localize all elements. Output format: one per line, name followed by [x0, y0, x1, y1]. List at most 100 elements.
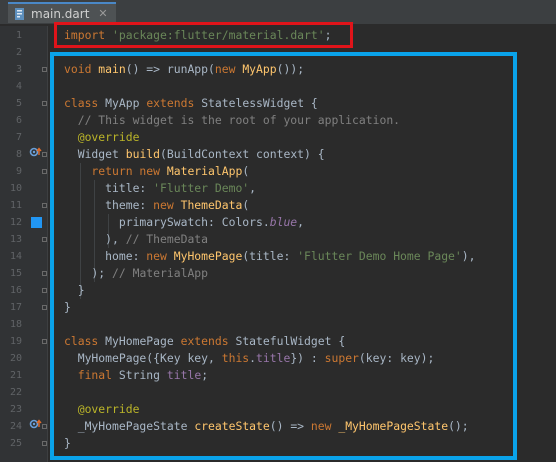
fold-marker-icon[interactable]: [42, 237, 47, 242]
code-token: StatelessWidget {: [201, 96, 318, 110]
code-token: title:: [64, 181, 154, 195]
code-line[interactable]: class MyHomePage extends StatefulWidget …: [48, 333, 548, 350]
code-token: _MyHomePageState: [338, 419, 449, 433]
color-swatch-icon[interactable]: [31, 217, 42, 228]
fold-marker-icon[interactable]: [42, 441, 47, 446]
override-marker-icon[interactable]: [29, 418, 43, 436]
fold-marker-icon[interactable]: [42, 271, 47, 276]
tab-main-dart[interactable]: main.dart ✕: [8, 2, 116, 23]
code-token: }: [64, 436, 71, 450]
line-number: 16: [9, 285, 22, 296]
code-token: new: [146, 249, 174, 263]
code-token: super: [324, 351, 359, 365]
code-token: new: [153, 198, 181, 212]
fold-marker-icon[interactable]: [42, 339, 47, 344]
code-token: MyHomePage: [105, 334, 181, 348]
line-number: 3: [15, 64, 22, 75]
code-line[interactable]: MyHomePage({Key key, this.title}) : supe…: [48, 350, 548, 367]
code-line[interactable]: class MyApp extends StatelessWidget {: [48, 95, 548, 112]
fold-marker-icon[interactable]: [42, 288, 47, 293]
code-line[interactable]: ); // MaterialApp: [48, 265, 548, 282]
code-token: build: [125, 147, 161, 161]
code-token: createState: [194, 419, 270, 433]
line-number: 15: [9, 268, 22, 279]
close-icon[interactable]: ✕: [98, 7, 107, 20]
code-line[interactable]: title: 'Flutter Demo',: [48, 180, 548, 197]
fold-marker-icon[interactable]: [42, 169, 47, 174]
code-line[interactable]: void main() => runApp(new MyApp());: [48, 61, 548, 78]
code-line[interactable]: ), // ThemeData: [48, 231, 548, 248]
line-number: 7: [15, 132, 22, 143]
code-text: }: [64, 299, 71, 316]
fold-marker-icon[interactable]: [42, 67, 47, 72]
line-number: 20: [9, 353, 22, 364]
code-token: home:: [64, 249, 147, 263]
code-line[interactable]: @override: [48, 129, 548, 146]
code-line[interactable]: }: [48, 282, 548, 299]
code-line[interactable]: home: new MyHomePage(title: 'Flutter Dem…: [48, 248, 548, 265]
code-line[interactable]: Widget build(BuildContext context) {: [48, 146, 548, 163]
dart-file-icon: [14, 7, 26, 21]
code-token: () =>: [269, 419, 311, 433]
code-line[interactable]: return new MaterialApp(: [48, 163, 548, 180]
line-number: 6: [15, 115, 22, 126]
code-token: (: [242, 164, 250, 178]
code-line[interactable]: [48, 44, 548, 61]
code-line[interactable]: [48, 384, 548, 401]
line-number: 1: [15, 30, 22, 41]
override-marker-icon[interactable]: [29, 146, 43, 164]
line-number: 11: [9, 200, 22, 211]
line-number: 9: [15, 166, 22, 177]
code-text: Widget build(BuildContext context) {: [64, 146, 325, 163]
code-text: primarySwatch: Colors.blue,: [64, 214, 304, 231]
code-text: MyHomePage({Key key, this.title}) : supe…: [64, 350, 435, 367]
fold-marker-icon[interactable]: [42, 101, 47, 106]
code-line[interactable]: [48, 316, 548, 333]
code-text: return new MaterialApp(: [64, 163, 249, 180]
code-token: class: [64, 96, 106, 110]
code-text: @override: [64, 401, 140, 418]
code-token: extends: [180, 334, 236, 348]
line-number: 18: [9, 319, 22, 330]
code-editor[interactable]: import 'package:flutter/material.dart'; v…: [48, 26, 556, 462]
fold-marker-icon[interactable]: [42, 203, 47, 208]
code-token: return new: [64, 164, 167, 178]
code-text: _MyHomePageState createState() => new _M…: [64, 418, 469, 435]
code-token: final: [64, 368, 119, 382]
line-number-gutter[interactable]: 1 2 3 4 5 6 7 8 9 10 11 12 13 14 15 16 17 18 19 20 21 22 23 24 2…: [0, 26, 48, 462]
code-token: theme:: [64, 198, 154, 212]
code-line[interactable]: // This widget is the root of your appli…: [48, 112, 548, 129]
line-number: 17: [9, 302, 22, 313]
code-token: }) :: [290, 351, 325, 365]
code-line[interactable]: [48, 78, 548, 95]
code-token: title: [166, 368, 202, 382]
code-token: // This widget is the root of your appli…: [64, 113, 401, 127]
code-token: 'package:flutter/material.dart': [112, 28, 325, 42]
code-line[interactable]: primarySwatch: Colors.blue,: [48, 214, 548, 231]
code-text: }: [64, 282, 85, 299]
code-token: new: [310, 419, 339, 433]
code-line[interactable]: import 'package:flutter/material.dart';: [48, 27, 548, 44]
code-line[interactable]: theme: new ThemeData(: [48, 197, 548, 214]
code-line[interactable]: final String title;: [48, 367, 548, 384]
code-token: this: [221, 351, 250, 365]
code-token: (title:: [242, 249, 298, 263]
code-line[interactable]: _MyHomePageState createState() => new _M…: [48, 418, 548, 435]
code-token: new: [214, 62, 243, 76]
code-text: ), // ThemeData: [64, 231, 208, 248]
code-token: main: [98, 62, 126, 76]
code-token: String: [118, 368, 167, 382]
code-line[interactable]: }: [48, 299, 548, 316]
line-number: 21: [9, 370, 22, 381]
code-token: ();: [448, 419, 469, 433]
code-line[interactable]: }: [48, 435, 548, 452]
code-token: 'Flutter Demo': [153, 181, 250, 195]
code-token: class: [64, 334, 106, 348]
code-token: MyApp: [242, 62, 277, 76]
fold-marker-icon[interactable]: [42, 305, 47, 310]
code-token: extends: [146, 96, 202, 110]
code-token: 'Flutter Demo Home Page': [297, 249, 462, 263]
line-number: 25: [9, 438, 22, 449]
code-line[interactable]: @override: [48, 401, 548, 418]
code-token: title: [256, 351, 291, 365]
